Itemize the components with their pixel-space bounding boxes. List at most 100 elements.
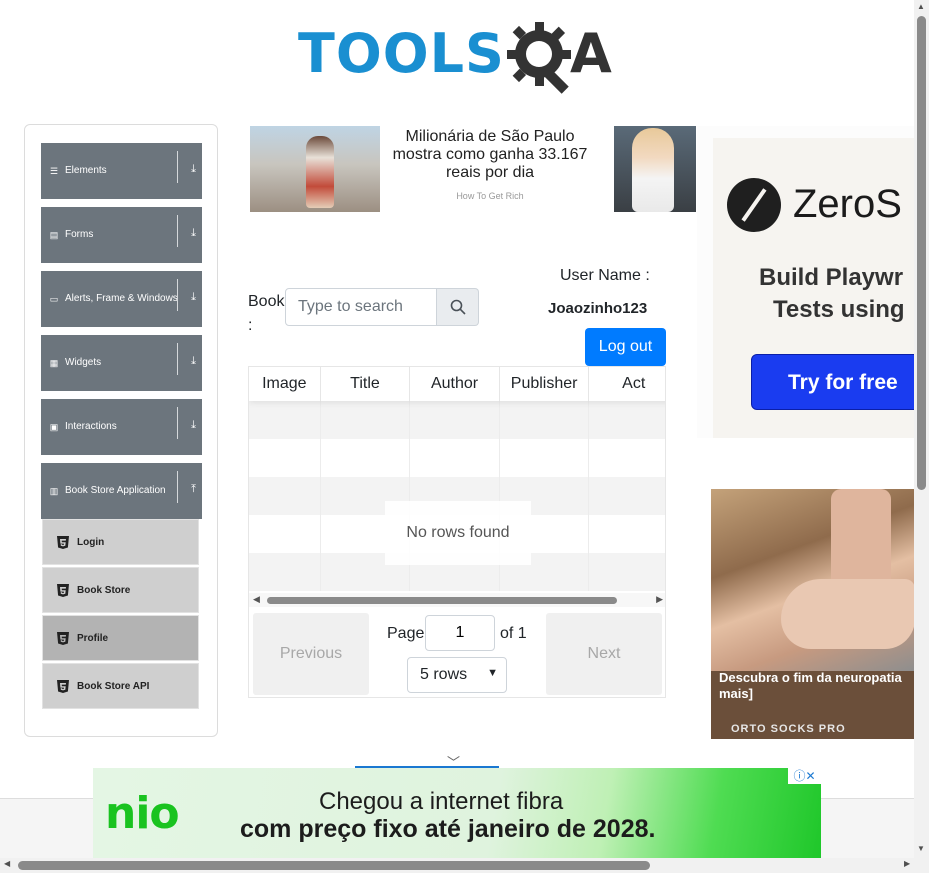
sidebar-group-alerts[interactable]: ▭ Alerts, Frame & Windows ⤓ [41, 271, 202, 327]
sidebar-item-label: Login [77, 536, 105, 548]
scroll-right-icon[interactable]: ▶ [904, 859, 910, 868]
ad-foot-shape [781, 579, 915, 649]
sidebar-item-label: Profile [77, 632, 109, 644]
sidebar-item-login[interactable]: Login [42, 519, 199, 565]
sidebar-item-book-store[interactable]: Book Store [42, 567, 199, 613]
toolsqa-logo[interactable]: TOOLS A [298, 16, 623, 94]
ad-text: Descubra o fim da neuropatia mais] [719, 670, 902, 701]
right-ad-socks[interactable]: Descubra o fim da neuropatia mais] ORTO … [711, 489, 915, 739]
nio-logo: nio [105, 788, 180, 839]
ad-choices-close-icon[interactable]: ⓘ✕ [788, 768, 821, 784]
download-arrow-icon: ⤓ [191, 163, 196, 175]
divider [177, 215, 178, 247]
ad-image [614, 126, 696, 212]
zerostep-logo-icon [727, 178, 781, 232]
no-rows-message: No rows found [385, 501, 531, 565]
sidebar-item-label: Book Store API [77, 680, 150, 692]
scrollbar-thumb[interactable] [917, 16, 926, 490]
download-arrow-icon: ⤓ [191, 291, 196, 303]
table-row [249, 439, 665, 477]
banner-text-line2: com preço fixo até janeiro de 2028. [240, 815, 656, 843]
scrollbar-thumb[interactable] [18, 861, 650, 870]
pagination: Previous Page of 1 5 rows ▼ Next [249, 609, 665, 697]
book-search-label: Book : [248, 293, 285, 334]
logo-text-end: A [570, 22, 612, 85]
scroll-right-icon[interactable]: ▶ [656, 594, 663, 605]
window-icon: ▭ [49, 293, 59, 304]
page: TOOLS A ☰ Elements ⤓ ▤ Forms ⤓ ▭ Alerts,… [0, 0, 929, 873]
column-header-title[interactable]: Title [321, 367, 411, 401]
sidebar-group-forms[interactable]: ▤ Forms ⤓ [41, 207, 202, 263]
previous-button[interactable]: Previous [253, 613, 369, 695]
banner-text-line1: Chegou a internet fibra [319, 788, 564, 815]
sidebar-group-label: Book Store Application [65, 485, 166, 496]
try-for-free-button[interactable]: Try for free [751, 354, 915, 410]
next-button[interactable]: Next [546, 613, 662, 695]
document-icon: ▤ [49, 229, 59, 240]
ad-text-line: Build Playwr [759, 264, 904, 291]
sidebar-group-label: Interactions [65, 421, 117, 432]
scroll-up-icon[interactable]: ▲ [917, 2, 925, 11]
ad-text: Build Playwr Tests using [759, 262, 905, 326]
logo-text: TOOLS [298, 22, 505, 85]
search-input[interactable] [285, 288, 437, 326]
interaction-icon: ▣ [49, 421, 59, 432]
ad-text-line: Tests using [773, 296, 905, 323]
column-header-action[interactable]: Act [589, 367, 665, 401]
column-header-image[interactable]: Image [249, 367, 321, 401]
download-arrow-icon: ⤓ [191, 419, 196, 431]
divider [177, 471, 178, 503]
divider [177, 343, 178, 375]
column-header-publisher[interactable]: Publisher [500, 367, 590, 401]
ad-brand: ZeroS [793, 182, 902, 226]
scrollbar-thumb[interactable] [267, 597, 617, 604]
ad-source: How To Get Rich [456, 191, 524, 201]
download-arrow-icon: ⤓ [191, 227, 196, 239]
html5-icon [57, 631, 69, 645]
sidebar-group-label: Forms [65, 229, 94, 240]
divider [177, 151, 178, 183]
left-sidebar: ☰ Elements ⤓ ▤ Forms ⤓ ▭ Alerts, Frame &… [24, 124, 218, 737]
sidebar-group-elements[interactable]: ☰ Elements ⤓ [41, 143, 202, 199]
sidebar-group-label: Alerts, Frame & Windows [65, 293, 178, 304]
scroll-down-icon[interactable]: ▼ [917, 844, 925, 853]
table-row [249, 401, 665, 439]
scroll-left-icon[interactable]: ◀ [4, 859, 10, 868]
sidebar-group-label: Widgets [65, 357, 102, 368]
top-ad[interactable]: Milionária de São Paulo mostra como ganh… [250, 126, 696, 214]
rows-per-page-select[interactable]: 5 rows ▼ [407, 657, 507, 693]
sidebar-group-widgets[interactable]: ▦ Widgets ⤓ [41, 335, 202, 391]
scroll-left-icon[interactable]: ◀ [253, 594, 260, 605]
page-label: Page [387, 625, 425, 642]
search-button[interactable] [437, 288, 479, 326]
ad-headline: Milionária de São Paulo mostra como ganh… [392, 128, 588, 181]
search-box [285, 288, 479, 326]
divider [177, 279, 178, 311]
html5-icon [57, 583, 69, 597]
horizontal-scrollbar[interactable]: ◀ ▶ [0, 858, 929, 873]
table-horizontal-scrollbar[interactable]: ◀ ▶ [249, 593, 665, 607]
html5-icon [57, 535, 69, 549]
column-header-author[interactable]: Author [410, 367, 500, 401]
logout-button[interactable]: Log out [585, 328, 666, 366]
search-icon [450, 299, 466, 315]
sidebar-group-book-store-application[interactable]: ▥ Book Store Application ⤒ [41, 463, 202, 519]
total-pages-label: of 1 [500, 625, 527, 642]
user-name-value: Joaozinho123 [548, 300, 648, 317]
sidebar-item-profile[interactable]: Profile [42, 615, 199, 661]
vertical-scrollbar[interactable]: ▲ ▼ [914, 0, 929, 858]
bottom-banner-ad[interactable]: nio Chegou a internet fibra com preço fi… [93, 768, 821, 858]
sidebar-item-book-store-api[interactable]: Book Store API [42, 663, 199, 709]
right-ad-zerostep[interactable]: ZeroS Build Playwr Tests using Try for f… [697, 126, 915, 438]
ad-brand: ORTO SOCKS PRO [731, 723, 846, 735]
ad-person-shape [306, 136, 334, 208]
divider [177, 407, 178, 439]
chevron-down-icon: ▼ [487, 667, 498, 679]
user-name-label: User Name : [560, 267, 650, 284]
ad-image [711, 489, 915, 671]
grid-icon: ▦ [49, 357, 59, 368]
page-number-input[interactable] [425, 615, 495, 651]
books-icon: ▥ [49, 485, 59, 496]
rows-per-page-value: 5 rows [420, 666, 468, 683]
sidebar-group-interactions[interactable]: ▣ Interactions ⤓ [41, 399, 202, 455]
